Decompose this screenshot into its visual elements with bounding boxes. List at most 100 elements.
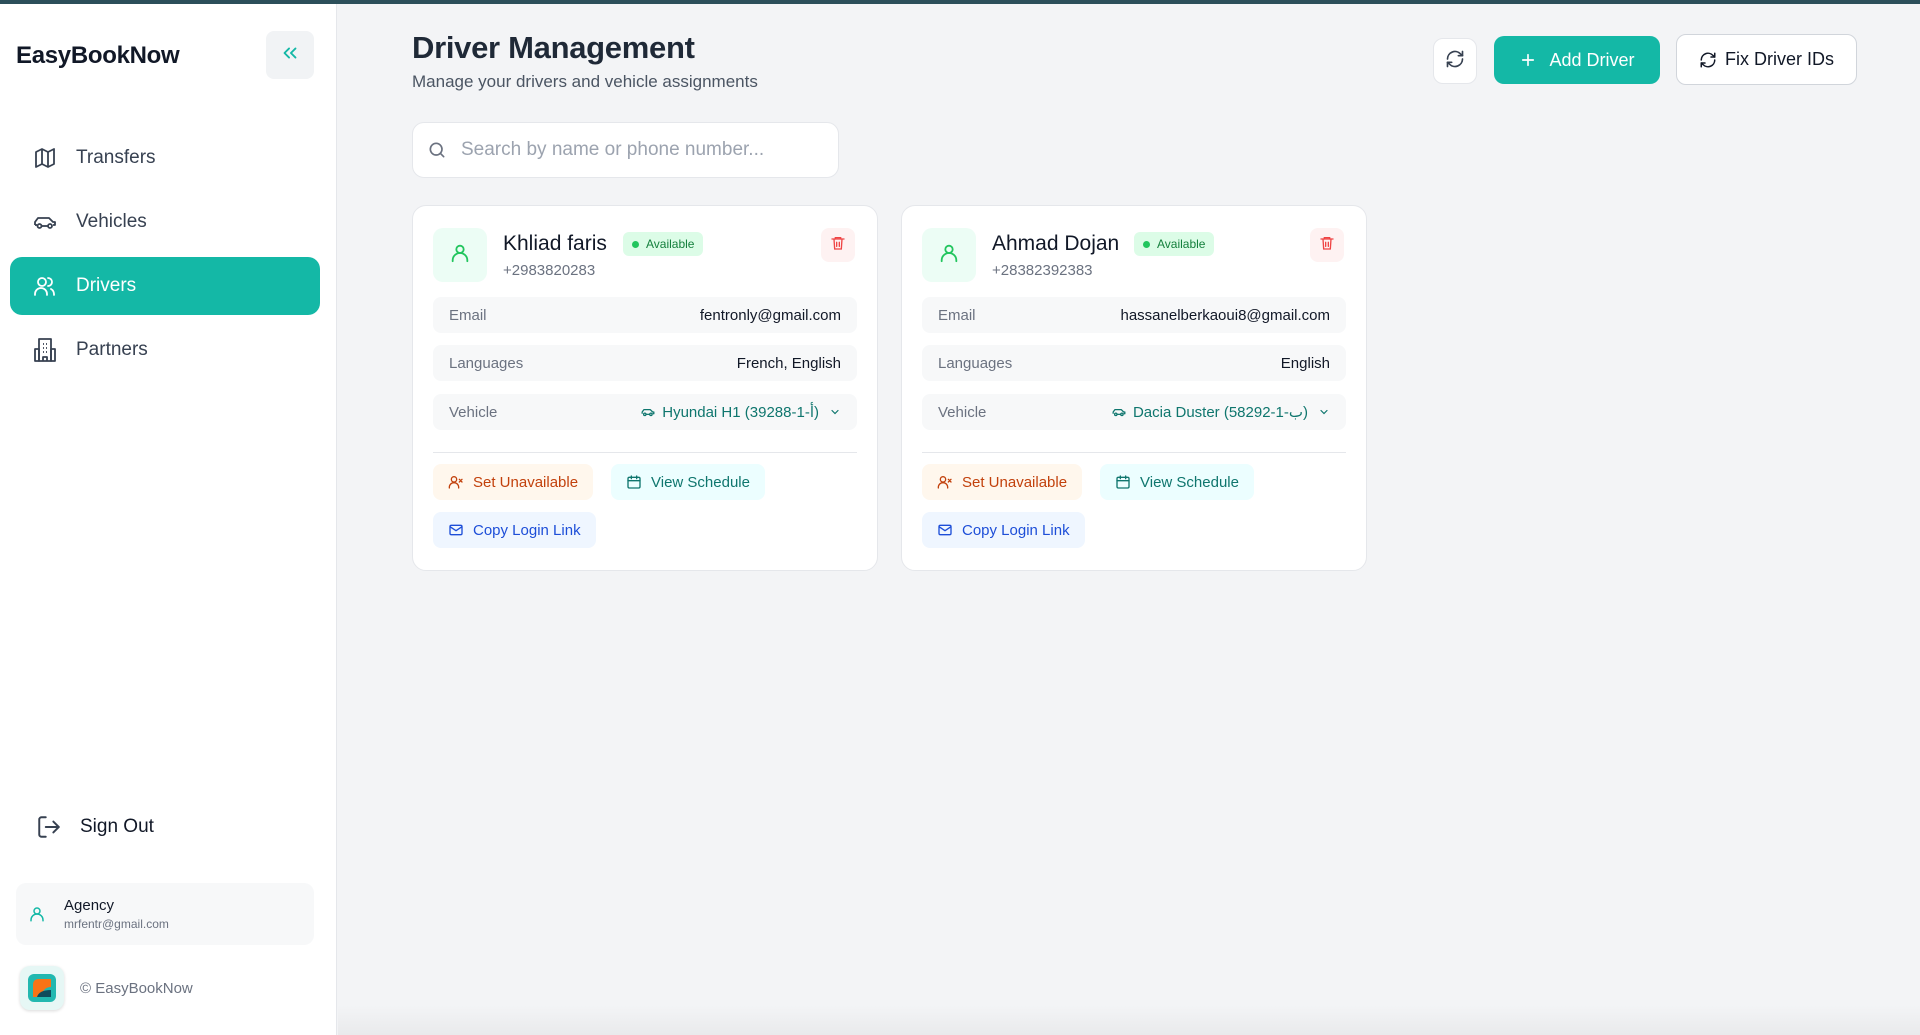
languages-row: Languages English (922, 345, 1346, 381)
user-icon (28, 904, 50, 924)
email-value: fentronly@gmail.com (699, 306, 841, 324)
trash-icon (830, 234, 846, 257)
search-box (412, 122, 839, 178)
sidebar-nav: Transfers Vehicles Drivers Partners (10, 129, 320, 385)
building-icon (32, 337, 58, 363)
delete-driver-button[interactable] (1310, 228, 1344, 262)
vehicle-value: Dacia Duster (58292-1-ب) (1132, 404, 1308, 421)
languages-value: English (1280, 354, 1330, 372)
languages-label: Languages (938, 354, 1013, 372)
users-icon (32, 273, 58, 299)
user-icon (449, 241, 471, 270)
mail-icon (448, 522, 464, 538)
sidebar-footer: © EasyBookNow (20, 966, 193, 1010)
account-card[interactable]: Agency mrfentr@gmail.com (16, 883, 314, 945)
add-driver-label: Add Driver (1549, 49, 1635, 70)
bottom-shade (338, 1005, 1920, 1035)
card-divider (433, 452, 857, 453)
email-label: Email (938, 306, 976, 324)
languages-label: Languages (449, 354, 524, 372)
refresh-button[interactable] (1433, 38, 1477, 84)
status-dot-icon (1143, 240, 1150, 248)
search-input[interactable] (461, 139, 821, 161)
view-schedule-label: View Schedule (1140, 473, 1239, 491)
page-subtitle: Manage your drivers and vehicle assignme… (412, 72, 758, 91)
view-schedule-button[interactable]: View Schedule (611, 464, 765, 500)
status-badge: Available (1134, 232, 1215, 256)
copy-login-link-button[interactable]: Copy Login Link (922, 512, 1085, 548)
driver-name: Ahmad Dojan (992, 232, 1120, 255)
vehicle-row: Vehicle Dacia Duster (58292-1-ب) (922, 394, 1346, 430)
sidebar-item-label: Vehicles (76, 211, 147, 232)
sidebar-item-vehicles[interactable]: Vehicles (10, 193, 320, 251)
status-text: Available (646, 237, 695, 251)
set-unavailable-label: Set Unavailable (473, 473, 579, 491)
sign-out-button[interactable]: Sign Out (36, 813, 154, 841)
set-unavailable-button[interactable]: Set Unavailable (433, 464, 594, 500)
vehicle-value: Hyundai H1 (39288-1-أ) (662, 404, 819, 421)
status-text: Available (1157, 237, 1206, 251)
user-x-icon (448, 474, 464, 490)
driver-phone: +28382392383 (992, 262, 1093, 279)
driver-phone: +2983820283 (503, 262, 596, 279)
copy-login-link-button[interactable]: Copy Login Link (433, 512, 596, 548)
user-icon (938, 241, 960, 270)
sidebar: EasyBookNow Transfers Vehicles Drivers P… (0, 0, 337, 1035)
copyright-text: © EasyBookNow (80, 979, 193, 997)
brand-logo-text: EasyBookNow (16, 42, 180, 69)
car-icon (1111, 405, 1127, 419)
languages-row: Languages French, English (433, 345, 857, 381)
driver-avatar (922, 228, 976, 282)
refresh-icon (1445, 49, 1465, 74)
calendar-icon (626, 474, 642, 490)
map-icon (32, 145, 58, 171)
calendar-icon (1115, 474, 1131, 490)
vehicle-select[interactable]: Hyundai H1 (39288-1-أ) (640, 403, 841, 421)
email-row: Email fentronly@gmail.com (433, 297, 857, 333)
view-schedule-button[interactable]: View Schedule (1100, 464, 1254, 500)
email-label: Email (449, 306, 487, 324)
user-x-icon (937, 474, 953, 490)
search-icon (427, 140, 447, 160)
card-divider (922, 452, 1346, 453)
status-badge: Available (623, 232, 704, 256)
copy-login-link-label: Copy Login Link (473, 521, 581, 539)
driver-name: Khliad faris (503, 232, 607, 255)
refresh-icon (1699, 51, 1717, 69)
sidebar-item-label: Transfers (76, 147, 156, 168)
email-row: Email hassanelberkaoui8@gmail.com (922, 297, 1346, 333)
sidebar-item-drivers[interactable]: Drivers (10, 257, 320, 315)
status-dot-icon (632, 240, 639, 248)
top-accent-bar (0, 0, 1920, 4)
driver-avatar (433, 228, 487, 282)
vehicle-label: Vehicle (449, 403, 498, 421)
sidebar-item-partners[interactable]: Partners (10, 321, 320, 379)
add-driver-button[interactable]: Add Driver (1494, 36, 1660, 84)
collapse-sidebar-button[interactable] (266, 31, 314, 79)
trash-icon (1319, 234, 1335, 257)
mail-icon (937, 522, 953, 538)
delete-driver-button[interactable] (821, 228, 855, 262)
account-email: mrfentr@gmail.com (64, 917, 169, 931)
sidebar-item-label: Partners (76, 339, 148, 360)
set-unavailable-button[interactable]: Set Unavailable (922, 464, 1083, 500)
chevron-down-icon (1318, 406, 1330, 418)
main-content: Driver Management Manage your drivers an… (338, 0, 1920, 1035)
driver-card: Khliad faris Available +2983820283 Email… (412, 205, 878, 571)
sign-out-label: Sign Out (80, 816, 154, 837)
fix-driver-ids-label: Fix Driver IDs (1725, 49, 1834, 69)
chevrons-left-icon (279, 42, 301, 69)
copy-login-link-label: Copy Login Link (962, 521, 1070, 539)
page-title: Driver Management (412, 30, 695, 65)
view-schedule-label: View Schedule (651, 473, 750, 491)
sidebar-item-label: Drivers (76, 275, 137, 296)
driver-card: Ahmad Dojan Available +28382392383 Email… (901, 205, 1367, 571)
languages-value: French, English (736, 354, 841, 372)
vehicle-select[interactable]: Dacia Duster (58292-1-ب) (1111, 403, 1330, 421)
email-value: hassanelberkaoui8@gmail.com (1120, 306, 1330, 324)
sidebar-item-transfers[interactable]: Transfers (10, 129, 320, 187)
car-icon (640, 405, 656, 419)
fix-driver-ids-button[interactable]: Fix Driver IDs (1676, 34, 1857, 85)
account-role: Agency (64, 897, 115, 914)
vehicle-label: Vehicle (938, 403, 987, 421)
